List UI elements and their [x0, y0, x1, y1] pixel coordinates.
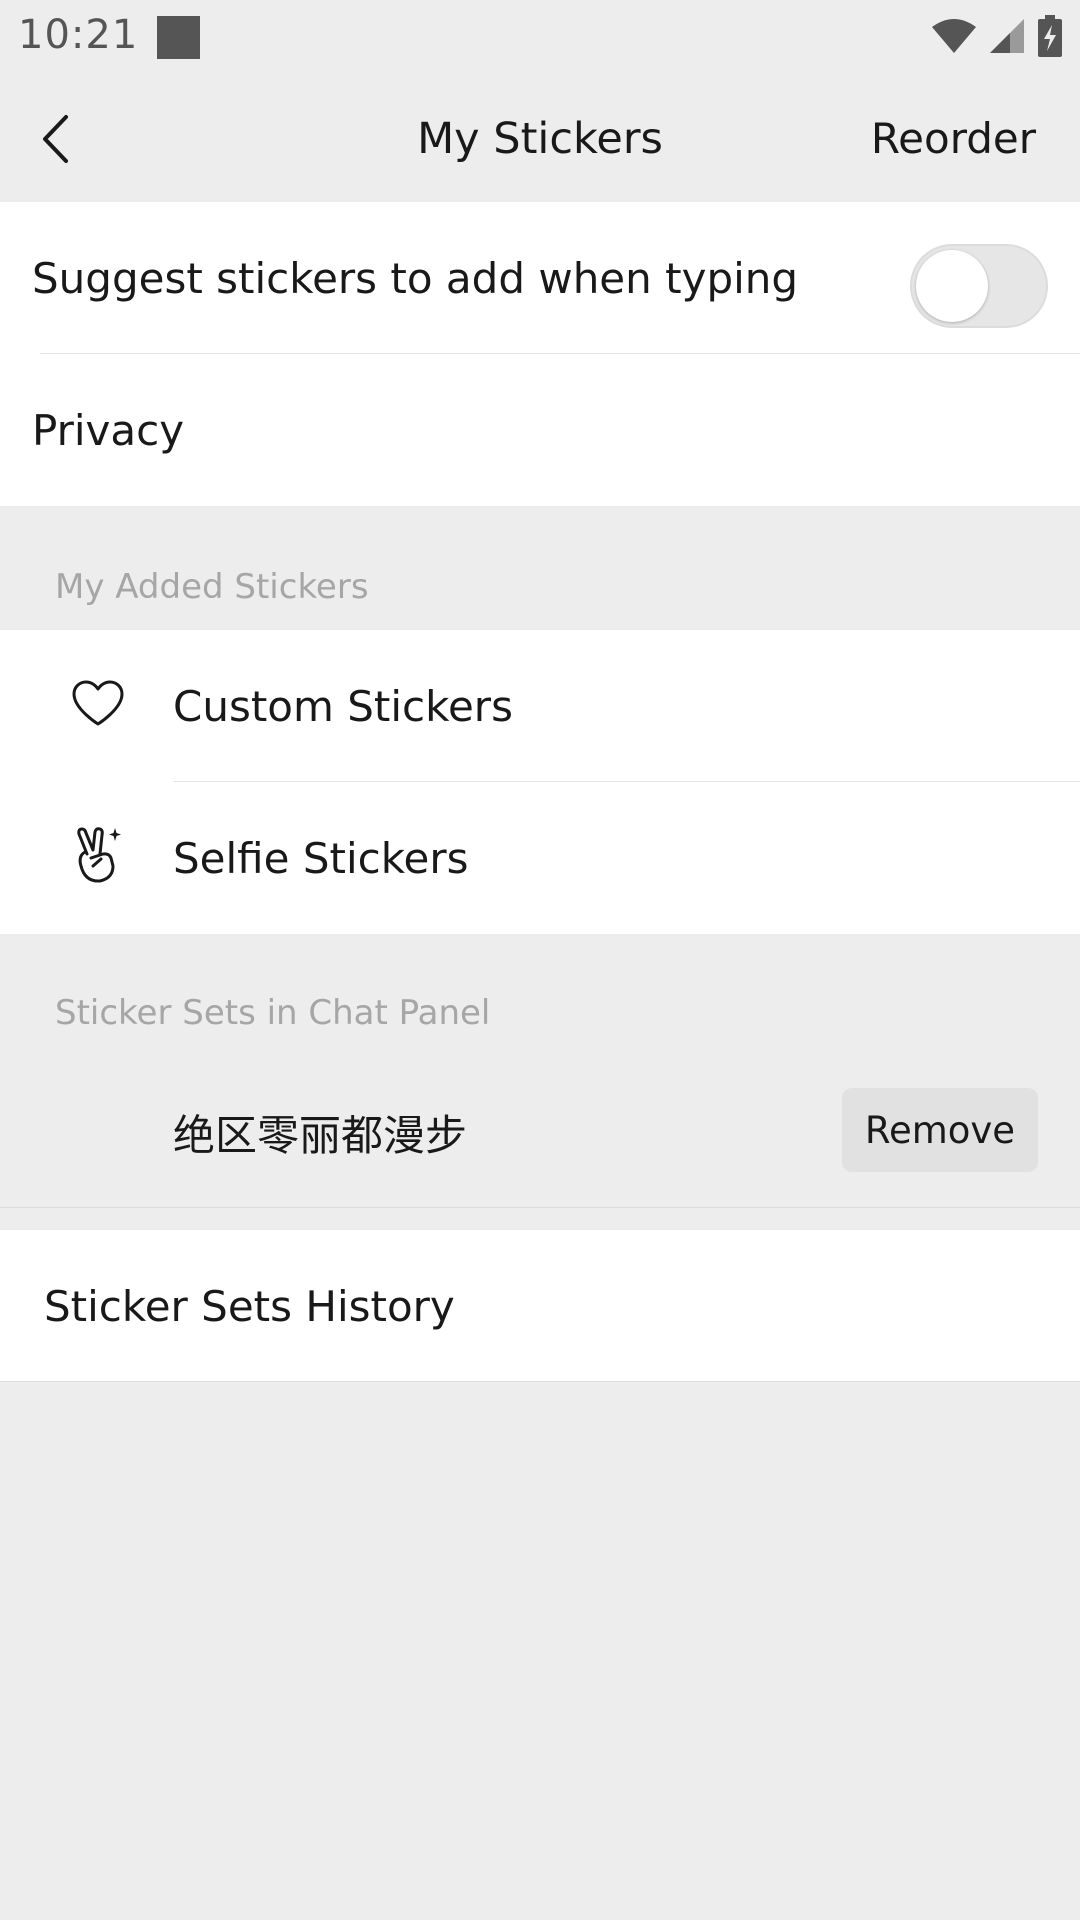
remove-button[interactable]: Remove	[842, 1088, 1038, 1172]
suggest-stickers-toggle[interactable]	[910, 244, 1048, 328]
notification-icon	[157, 16, 200, 59]
nav-bar: My Stickers Reorder	[0, 78, 1080, 202]
sticker-set-name: 绝区零丽都漫步	[173, 1111, 468, 1160]
settings-group: Suggest stickers to add when typing Priv…	[0, 202, 1080, 506]
status-icons	[932, 14, 1062, 58]
status-bar: 10:21	[0, 0, 1080, 78]
signal-icon	[990, 19, 1024, 53]
history-group: Sticker Sets History	[0, 1230, 1080, 1382]
selfie-stickers-row[interactable]: Selfie Stickers	[0, 782, 1080, 934]
privacy-label: Privacy	[32, 405, 185, 455]
added-stickers-group: Custom Stickers Selfie Stickers	[0, 630, 1080, 934]
peace-hand-icon	[70, 827, 126, 884]
selfie-stickers-label: Selfie Stickers	[173, 833, 469, 883]
wifi-icon	[932, 19, 976, 53]
status-time: 10:21	[18, 12, 139, 58]
privacy-row[interactable]: Privacy	[0, 354, 1080, 506]
suggest-stickers-row: Suggest stickers to add when typing	[0, 202, 1080, 354]
divider	[0, 1207, 1080, 1208]
custom-stickers-row[interactable]: Custom Stickers	[0, 630, 1080, 782]
battery-charging-icon	[1038, 15, 1062, 57]
toggle-knob	[916, 250, 988, 322]
sticker-sets-history-label: Sticker Sets History	[44, 1281, 455, 1331]
custom-stickers-label: Custom Stickers	[173, 681, 513, 731]
suggest-stickers-label: Suggest stickers to add when typing	[32, 253, 799, 303]
reorder-button[interactable]: Reorder	[871, 114, 1036, 163]
added-stickers-header: My Added Stickers	[55, 567, 369, 607]
chat-panel-header: Sticker Sets in Chat Panel	[55, 993, 491, 1033]
sticker-sets-history-row[interactable]: Sticker Sets History	[0, 1230, 1080, 1382]
heart-icon	[70, 676, 126, 732]
sticker-set-row[interactable]: 绝区零丽都漫步 Remove	[0, 1052, 1080, 1202]
divider	[0, 1381, 1080, 1382]
